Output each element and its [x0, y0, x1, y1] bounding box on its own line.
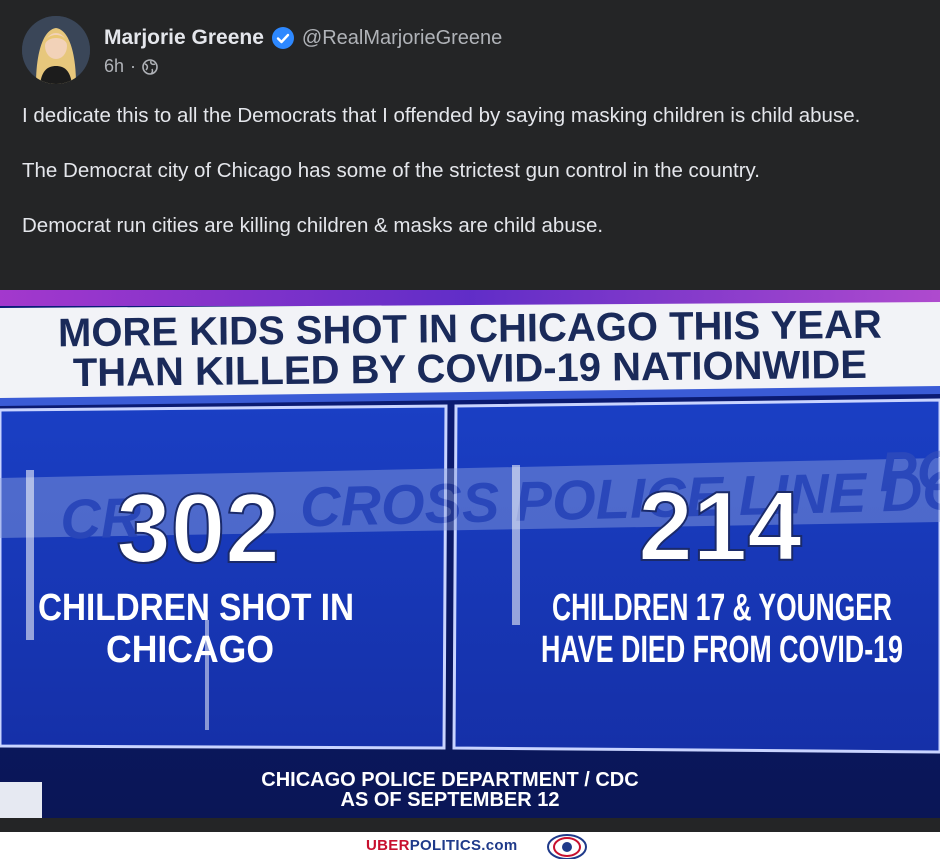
site-watermark: UBERPOLITICS.com [366, 837, 518, 854]
verified-badge-icon [271, 27, 294, 49]
light-streak [26, 470, 34, 640]
post-meta: 6h · [104, 56, 158, 77]
site-name-politics: POLITICS [409, 837, 482, 854]
author-handle[interactable]: @RealMarjorieGreene [302, 27, 502, 50]
network-logo-icon [0, 782, 42, 818]
post-paragraph: The Democrat city of Chicago has some of… [22, 159, 760, 182]
left-caption-line-1: CHILDREN SHOT IN [38, 587, 354, 629]
post-body: I dedicate this to all the Democrats tha… [22, 102, 902, 267]
author-name[interactable]: Marjorie Greene [104, 26, 264, 50]
left-number: 302 [116, 473, 280, 583]
author-line: Marjorie Greene @RealMarjorieGreene [104, 26, 502, 50]
author-avatar[interactable] [22, 16, 90, 84]
light-streak [512, 465, 520, 625]
post-paragraph: I dedicate this to all the Democrats tha… [22, 104, 861, 127]
meta-separator: · [130, 56, 137, 76]
right-caption-line-1: CHILDREN 17 & YOUNGER [552, 587, 892, 629]
headline-line-2: THAN KILLED BY COVID-19 NATIONWIDE [73, 343, 868, 395]
source-line-1: CHICAGO POLICE DEPARTMENT / CDC [261, 769, 638, 791]
avatar-image [22, 16, 90, 84]
post-timestamp[interactable]: 6h [104, 56, 124, 77]
tape-text-right: POL [879, 437, 940, 503]
globe-icon[interactable] [142, 58, 158, 75]
watermark-bar: UBERPOLITICS.com [0, 832, 940, 860]
right-number: 214 [638, 471, 802, 581]
right-caption-line-2: HAVE DIED FROM COVID-19 [541, 629, 903, 671]
source-line-2: AS OF SEPTEMBER 12 [341, 789, 560, 811]
left-caption-line-2: CHICAGO [106, 629, 274, 671]
uberpolitics-logo-icon [546, 833, 588, 860]
post-paragraph: Democrat run cities are killing children… [22, 214, 604, 237]
news-graphic: MORE KIDS SHOT IN CHICAGO THIS YEAR THAN… [0, 290, 940, 818]
facebook-post: Marjorie Greene @RealMarjorieGreene 6h ·… [0, 0, 940, 832]
site-name-com: .com [481, 837, 518, 854]
post-image[interactable]: MORE KIDS SHOT IN CHICAGO THIS YEAR THAN… [0, 290, 940, 818]
site-name-uber: UBER [366, 837, 410, 854]
